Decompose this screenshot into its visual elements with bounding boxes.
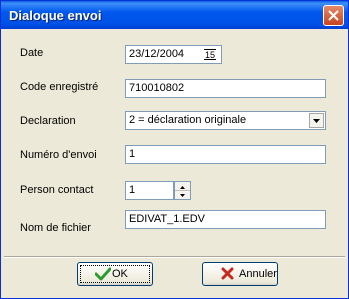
fichier-value: EDIVAT_1.EDV: [129, 213, 206, 225]
calendar-icon[interactable]: 15: [202, 48, 218, 61]
code-field[interactable]: 710010802: [125, 79, 326, 98]
dropdown-button[interactable]: [309, 113, 324, 128]
fichier-field[interactable]: EDIVAT_1.EDV: [125, 210, 326, 229]
person-field[interactable]: 1: [125, 181, 174, 200]
checkmark-icon: [95, 267, 111, 281]
dialog-window: Dialoque envoi Date 23/12/2004 15 Code e…: [0, 0, 349, 299]
spin-down-button[interactable]: [175, 191, 190, 199]
spin-up-button[interactable]: [175, 182, 190, 191]
arrow-down-icon: [180, 194, 185, 197]
close-button[interactable]: [323, 5, 344, 26]
numero-field[interactable]: 1: [125, 145, 326, 164]
person-value: 1: [129, 184, 136, 196]
chevron-down-icon: [313, 119, 320, 123]
fichier-label: Nom de fichier: [20, 222, 91, 234]
date-value: 23/12/2004: [129, 48, 185, 60]
cancel-x-icon: [221, 267, 234, 280]
ok-label: OK: [112, 268, 128, 280]
dialog-body: Date 23/12/2004 15 Code enregistré 71001…: [4, 29, 345, 295]
arrow-up-icon: [180, 186, 185, 189]
declaration-label: Declaration: [20, 115, 76, 127]
calendar-day: 15: [205, 50, 215, 60]
person-label: Person contact: [20, 184, 94, 196]
date-label: Date: [20, 47, 44, 59]
numero-value: 1: [129, 148, 136, 160]
code-label: Code enregistré: [20, 81, 99, 93]
declaration-select[interactable]: 2 = déclaration originale: [125, 111, 326, 130]
ok-button[interactable]: OK: [77, 262, 153, 286]
numero-label: Numéro d'envoi: [20, 149, 97, 161]
cancel-button[interactable]: Annuler: [202, 262, 278, 286]
title-bar[interactable]: Dialoque envoi: [1, 1, 348, 29]
code-value: 710010802: [129, 82, 185, 94]
date-field[interactable]: 23/12/2004 15: [125, 45, 222, 64]
declaration-value: 2 = déclaration originale: [129, 114, 247, 126]
cancel-label: Annuler: [239, 268, 277, 280]
close-icon: [328, 10, 339, 21]
window-title: Dialoque envoi: [9, 8, 102, 23]
person-spinner[interactable]: [174, 181, 191, 200]
separator: [4, 256, 345, 258]
